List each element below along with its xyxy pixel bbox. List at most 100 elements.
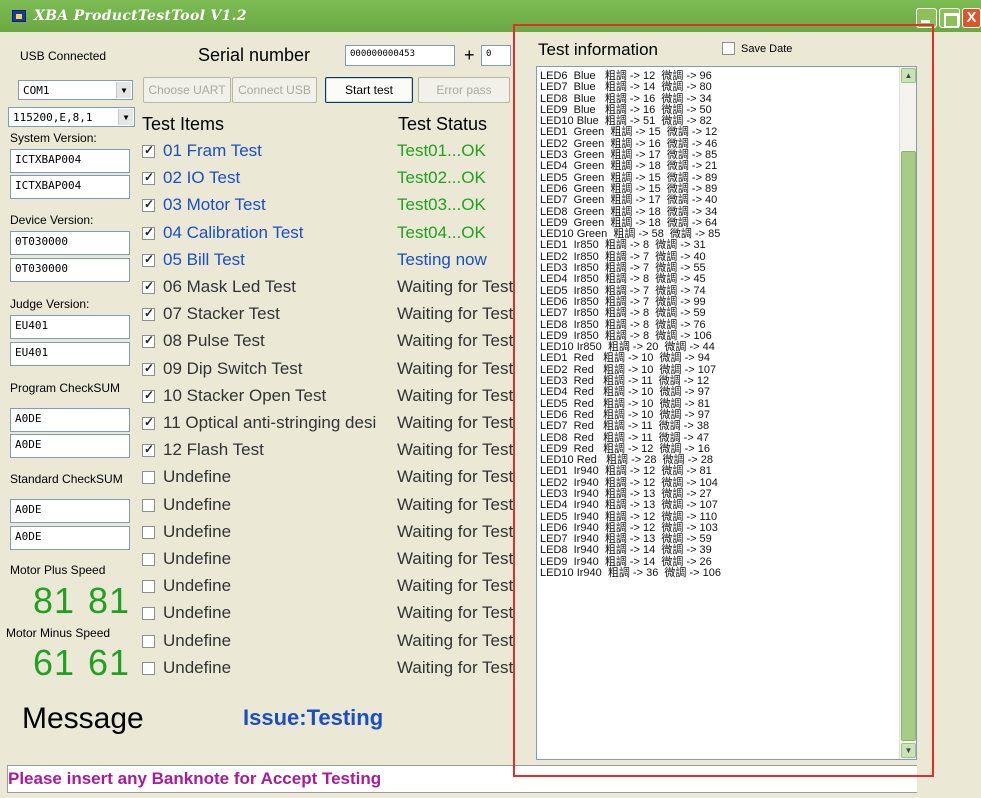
test-item-checkbox[interactable] xyxy=(142,252,155,267)
device-version-label: Device Version: xyxy=(10,213,94,227)
test-item-checkbox[interactable] xyxy=(142,225,155,240)
test-item-row[interactable]: 07 Stacker Test xyxy=(142,302,280,326)
log-line: LED4 Red 粗調 -> 10 微調 -> 97 xyxy=(540,386,710,399)
test-item-checkbox[interactable] xyxy=(142,306,155,321)
test-item-status: Waiting for Test xyxy=(397,522,514,541)
serial-number-input[interactable]: 000000000453 xyxy=(345,45,455,66)
issue-status: Issue:Testing xyxy=(243,705,384,730)
test-item-row[interactable]: Undefine xyxy=(142,601,231,625)
standard-checksum-field-1[interactable]: A0DE xyxy=(10,499,130,523)
test-item-checkbox[interactable] xyxy=(142,498,155,512)
log-line: LED4 Green 粗調 -> 18 微調 -> 21 xyxy=(540,160,718,173)
log-line: LED7 Ir850 粗調 -> 8 微調 -> 59 xyxy=(540,307,706,320)
test-item-checkbox[interactable] xyxy=(142,634,155,648)
standard-checksum-field-2[interactable]: A0DE xyxy=(10,526,130,550)
serial-plus-label: + xyxy=(464,45,475,65)
test-item-checkbox[interactable] xyxy=(142,470,155,484)
device-version-field-1[interactable]: 0T030000 xyxy=(10,231,130,255)
test-item-checkbox[interactable] xyxy=(142,170,155,185)
test-item-status: Waiting for Test xyxy=(397,658,514,677)
test-information-log[interactable]: LED6 Blue 粗調 -> 12 微調 -> 96 LED7 Blue 粗調 … xyxy=(536,66,917,760)
test-item-label: 11 Optical anti-stringing desi xyxy=(163,413,377,432)
judge-version-field-1[interactable]: EU401 xyxy=(10,315,130,339)
log-line: LED10 Ir940 粗調 -> 36 微調 -> 106 xyxy=(540,567,721,580)
test-items-header: Test Items xyxy=(142,114,225,134)
title-bar[interactable]: XBA ProductTestTool V1.2 X xyxy=(0,0,981,32)
test-item-row[interactable]: Undefine xyxy=(142,656,231,680)
system-version-label: System Version: xyxy=(10,131,97,145)
test-item-label: Undefine xyxy=(163,467,232,486)
test-item-row[interactable]: 01 Fram Test xyxy=(142,139,262,163)
test-item-checkbox[interactable] xyxy=(142,388,155,403)
test-item-status: Waiting for Test xyxy=(397,304,514,323)
baud-select[interactable]: 115200,E,8,1 ▼ xyxy=(8,107,135,127)
test-item-row[interactable]: 10 Stacker Open Test xyxy=(142,384,326,408)
status-bar: Please insert any Banknote for Accept Te… xyxy=(7,765,917,793)
test-item-checkbox[interactable] xyxy=(142,552,155,566)
close-button[interactable]: X xyxy=(962,8,981,28)
log-line: LED7 Green 粗調 -> 17 微調 -> 40 xyxy=(540,194,718,207)
program-checksum-label: Program CheckSUM xyxy=(10,381,121,395)
chevron-down-icon[interactable]: ▼ xyxy=(116,82,131,98)
test-item-status: Waiting for Test xyxy=(397,631,514,650)
chevron-down-icon[interactable]: ▼ xyxy=(118,109,133,125)
program-checksum-field-1[interactable]: A0DE xyxy=(10,408,130,432)
program-checksum-field-2[interactable]: A0DE xyxy=(10,434,130,458)
test-item-row[interactable]: 03 Motor Test xyxy=(142,193,266,217)
test-item-row[interactable]: 02 IO Test xyxy=(142,166,240,190)
test-item-row[interactable]: 12 Flash Test xyxy=(142,438,264,462)
test-item-label: 07 Stacker Test xyxy=(163,304,280,323)
test-item-checkbox[interactable] xyxy=(142,661,155,675)
test-item-row[interactable]: 05 Bill Test xyxy=(142,248,245,272)
test-item-checkbox[interactable] xyxy=(142,525,155,539)
test-item-row[interactable]: 08 Pulse Test xyxy=(142,329,265,353)
save-date-label: Save Date xyxy=(741,42,793,55)
test-item-checkbox[interactable] xyxy=(142,361,155,376)
start-test-button[interactable]: Start test xyxy=(325,77,413,103)
test-item-row[interactable]: 04 Calibration Test xyxy=(142,221,304,245)
test-item-status: Testing now xyxy=(397,250,487,269)
system-version-field-2[interactable]: ICTXBAP004 xyxy=(10,175,130,199)
com-port-select[interactable]: COM1 ▼ xyxy=(18,80,133,100)
save-date-checkbox[interactable] xyxy=(722,42,735,55)
system-version-field-1[interactable]: ICTXBAP004 xyxy=(10,149,130,173)
save-date-toggle[interactable]: Save Date xyxy=(722,42,792,55)
scroll-up-icon[interactable]: ▲ xyxy=(901,68,916,83)
test-item-label: 08 Pulse Test xyxy=(163,331,265,350)
test-item-row[interactable]: 06 Mask Led Test xyxy=(142,275,296,299)
test-item-label: Undefine xyxy=(163,576,232,595)
test-item-row[interactable]: Undefine xyxy=(142,574,231,598)
choose-uart-button[interactable]: Choose UART xyxy=(143,77,231,103)
log-scrollbar[interactable]: ▲ ▼ xyxy=(899,67,916,759)
window-title: XBA ProductTestTool V1.2 xyxy=(34,8,247,24)
minimize-button[interactable] xyxy=(916,8,937,28)
test-item-checkbox[interactable] xyxy=(142,197,155,212)
test-item-label: Undefine xyxy=(163,522,232,541)
test-item-row[interactable]: Undefine xyxy=(142,629,231,653)
test-item-checkbox[interactable] xyxy=(142,442,155,457)
test-item-status: Waiting for Test xyxy=(397,440,514,459)
test-item-checkbox[interactable] xyxy=(142,279,155,294)
test-item-row[interactable]: 09 Dip Switch Test xyxy=(142,357,303,381)
scroll-down-icon[interactable]: ▼ xyxy=(901,743,916,758)
connect-usb-button[interactable]: Connect USB xyxy=(232,77,317,103)
log-line: LED1 Ir940 粗調 -> 12 微調 -> 81 xyxy=(540,465,712,478)
test-item-row[interactable]: Undefine xyxy=(142,465,231,489)
test-item-status: Test01...OK xyxy=(397,141,486,160)
test-item-row[interactable]: Undefine xyxy=(142,547,231,571)
test-item-row[interactable]: 11 Optical anti-stringing desi xyxy=(142,411,376,435)
test-item-checkbox[interactable] xyxy=(142,415,155,430)
device-version-field-2[interactable]: 0T030000 xyxy=(10,258,130,282)
test-item-status: Waiting for Test xyxy=(397,413,514,432)
error-pass-button[interactable]: Error pass xyxy=(418,77,510,103)
test-item-row[interactable]: Undefine xyxy=(142,493,231,517)
test-item-checkbox[interactable] xyxy=(142,579,155,593)
judge-version-field-2[interactable]: EU401 xyxy=(10,342,130,366)
serial-increment-input[interactable]: 0 xyxy=(481,45,511,66)
test-item-checkbox[interactable] xyxy=(142,606,155,620)
maximize-button[interactable] xyxy=(939,8,960,28)
test-item-checkbox[interactable] xyxy=(142,333,155,348)
test-item-checkbox[interactable] xyxy=(142,143,155,158)
test-item-row[interactable]: Undefine xyxy=(142,520,231,544)
scroll-thumb[interactable] xyxy=(901,151,916,741)
